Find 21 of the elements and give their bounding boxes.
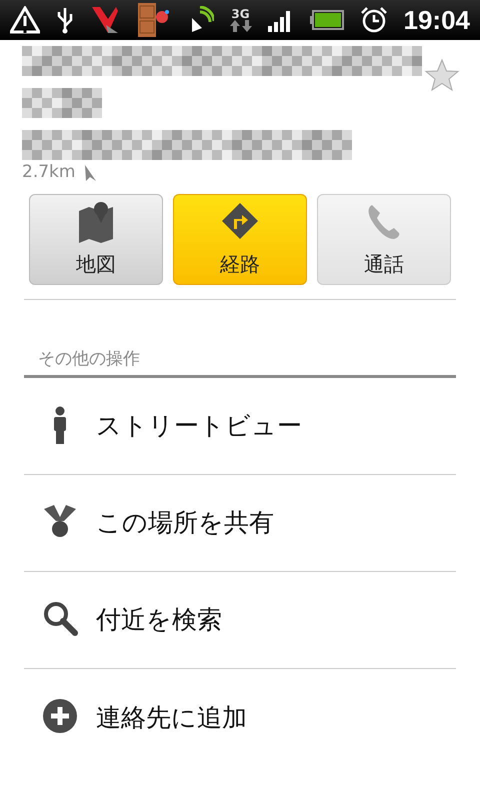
menu-item[interactable]: 付近を検索 — [24, 572, 456, 669]
menu-item[interactable]: ストリートビュー — [24, 378, 456, 475]
battery-icon — [310, 10, 344, 30]
network-type-label: 3G — [231, 8, 250, 20]
action-button[interactable]: 経路 — [173, 194, 307, 284]
direction-arrow-icon — [83, 164, 98, 182]
map-icon — [76, 200, 116, 244]
section-header: その他の操作 — [24, 346, 456, 378]
distance-label: 2.7km — [22, 161, 76, 184]
shield-app-icon — [90, 5, 120, 35]
usb-icon — [56, 6, 74, 34]
action-button[interactable]: 地図 — [29, 194, 163, 284]
clock-time: 19:04 — [404, 4, 470, 36]
data-arrows-icon — [230, 20, 252, 32]
door-app-icon — [136, 3, 170, 37]
warning-icon — [10, 6, 40, 34]
star-icon[interactable] — [424, 58, 460, 92]
menu-item[interactable]: この場所を共有 — [24, 475, 456, 572]
menu-item[interactable]: 連絡先に追加 — [24, 669, 456, 766]
alarm-clock-icon — [360, 6, 388, 34]
action-button[interactable]: 通話 — [317, 194, 451, 284]
